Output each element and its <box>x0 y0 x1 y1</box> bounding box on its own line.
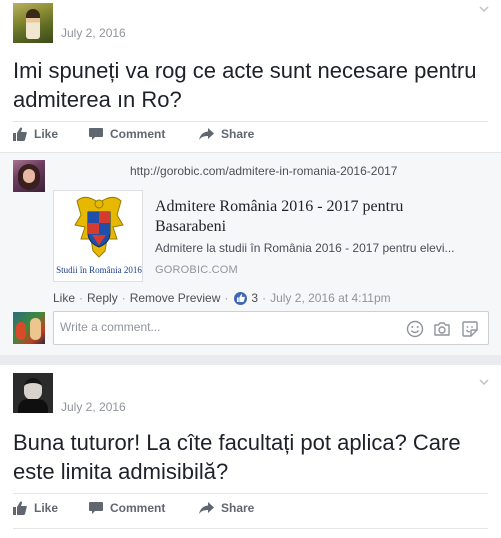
commenter-avatar[interactable] <box>13 160 45 192</box>
author-avatar[interactable] <box>13 373 53 413</box>
like-reaction-icon[interactable] <box>234 291 248 305</box>
share-button[interactable]: Share <box>199 501 254 515</box>
camera-icon[interactable] <box>433 320 451 338</box>
post-card-2: July 2, 2016 Buna tuturor! La cîte facul… <box>0 365 501 538</box>
comment-bubble-icon <box>89 501 103 515</box>
comment-like-link[interactable]: Like <box>53 291 75 305</box>
share-arrow-icon <box>199 501 214 515</box>
comment-button[interactable]: Comment <box>89 127 165 141</box>
preview-title[interactable]: Admitere România 2016 - 2017 pentru Basa… <box>155 197 455 237</box>
comment-button[interactable]: Comment <box>89 501 165 515</box>
like-button[interactable]: Like <box>13 501 58 515</box>
preview-description: Admitere la studii în România 2016 - 201… <box>155 241 455 255</box>
share-label: Share <box>221 501 255 515</box>
reply-link[interactable]: Reply <box>87 291 118 305</box>
comments-section: http://gorobic.com/admitere-in-romania-2… <box>0 152 501 355</box>
meta-separator: · <box>79 291 84 305</box>
like-button[interactable]: Like <box>13 127 58 141</box>
remove-preview-link[interactable]: Remove Preview <box>130 291 221 305</box>
divider <box>13 528 488 529</box>
comment-timestamp[interactable]: July 2, 2016 at 4:11pm <box>270 291 391 305</box>
post-text: Buna tuturor! La cîte facultați pot apli… <box>13 430 461 484</box>
reaction-count[interactable]: 3 <box>251 291 258 305</box>
thumbs-up-icon <box>13 501 27 515</box>
comment-bubble-icon <box>89 127 103 141</box>
current-user-avatar <box>13 312 45 344</box>
sticker-icon[interactable] <box>461 320 479 338</box>
chevron-down-icon[interactable] <box>479 6 489 16</box>
post-card-1: July 2, 2016 Imi spuneți va rog ce acte … <box>0 0 501 355</box>
like-label: Like <box>34 127 59 141</box>
comment-input[interactable] <box>60 320 390 334</box>
meta-separator: · <box>121 291 126 305</box>
write-comment-box[interactable] <box>53 311 489 345</box>
post-date[interactable]: July 2, 2016 <box>61 400 126 414</box>
meta-separator: · <box>262 291 267 305</box>
chevron-down-icon[interactable] <box>479 379 489 389</box>
preview-thumbnail[interactable]: Studii în România 2016 <box>53 190 143 282</box>
comment-meta: Like · Reply · Remove Preview · 3 · July… <box>53 291 391 305</box>
comment-label: Comment <box>110 127 166 141</box>
comment-label: Comment <box>110 501 166 515</box>
preview-domain: GOROBIC.COM <box>155 264 238 276</box>
thumbs-up-icon <box>13 127 27 141</box>
share-arrow-icon <box>199 127 214 141</box>
meta-separator: · <box>224 291 229 305</box>
author-avatar[interactable] <box>13 3 53 43</box>
emoji-icon[interactable] <box>406 320 424 338</box>
divider <box>13 121 488 122</box>
comment-link-url[interactable]: http://gorobic.com/admitere-in-romania-2… <box>130 164 397 178</box>
coat-of-arms-icon <box>71 195 127 266</box>
post-text: Imi spuneți va rog ce acte sunt necesare… <box>13 58 477 112</box>
post-date[interactable]: July 2, 2016 <box>61 26 126 40</box>
like-label: Like <box>34 501 59 515</box>
share-label: Share <box>221 127 255 141</box>
share-button[interactable]: Share <box>199 127 254 141</box>
divider <box>13 493 488 494</box>
preview-thumb-caption: Studii în România 2016 <box>56 265 142 275</box>
link-preview[interactable]: Studii în România 2016 Admitere România … <box>53 190 478 285</box>
